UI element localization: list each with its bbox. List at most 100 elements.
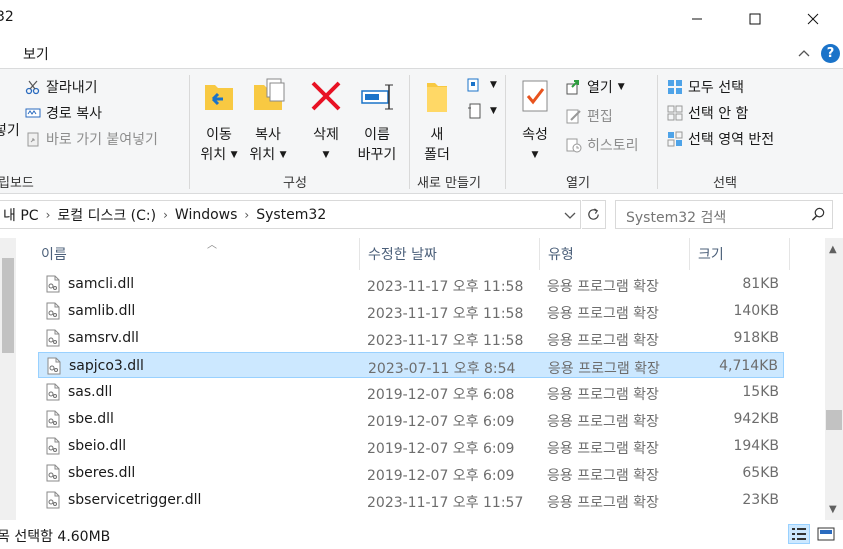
select-none-button[interactable]: 선택 안 함	[667, 103, 748, 123]
file-name: sbservicetrigger.dll	[68, 492, 202, 508]
dll-file-icon	[46, 491, 60, 509]
dll-file-icon	[46, 464, 60, 482]
chevron-right-icon[interactable]: ›	[160, 208, 171, 222]
new-folder-icon	[427, 83, 447, 112]
help-button[interactable]: ?	[821, 44, 840, 63]
column-date-label: 수정한 날짜	[368, 247, 437, 263]
search-box[interactable]: System32 검색	[615, 200, 833, 229]
paste-button-partial[interactable]: 넣기	[0, 121, 20, 141]
large-icons-view-button[interactable]	[815, 524, 837, 544]
dll-file-icon	[47, 357, 61, 375]
history-button[interactable]: 히스토리	[566, 135, 639, 155]
breadcrumb-windows[interactable]: Windows	[171, 207, 242, 223]
details-view-button[interactable]	[788, 524, 810, 544]
column-header-name[interactable]: 이름 ︿	[33, 238, 360, 270]
file-size: 15KB	[742, 384, 779, 400]
paste-shortcut-button[interactable]: 바로 가기 붙여넣기	[25, 129, 158, 149]
file-row[interactable]: sas.dll 2019-12-07 오후 6:08 응용 프로그램 확장 15KB	[38, 379, 784, 405]
move-to-button[interactable]: 이동 위치 ▼	[197, 77, 241, 165]
column-header-row: 이름 ︿ 수정한 날짜 유형 크기	[17, 238, 825, 270]
breadcrumb-local-disk[interactable]: 로컬 디스크 (C:)	[53, 205, 160, 225]
file-type: 응용 프로그램 확장	[547, 306, 659, 322]
select-none-label: 선택 안 함	[688, 106, 749, 122]
edit-button[interactable]: 편집	[566, 106, 613, 126]
delete-label: 삭제	[313, 127, 339, 143]
refresh-icon	[588, 208, 599, 220]
refresh-button[interactable]	[582, 200, 606, 229]
file-name: samlib.dll	[68, 303, 136, 319]
column-name-label: 이름	[41, 247, 67, 263]
ribbon: 넣기 잘라내기 경로 복사 바로 가기 붙여넣기 립보드 이동 위치 ▼ 복사 …	[0, 68, 843, 194]
breadcrumb-this-pc[interactable]: 내 PC	[0, 205, 43, 225]
column-header-type[interactable]: 유형	[540, 238, 690, 270]
scroll-up-icon[interactable]: ▲	[829, 244, 837, 255]
file-size: 23KB	[742, 492, 779, 508]
file-row[interactable]: sbservicetrigger.dll 2023-11-17 오후 11:57 응…	[38, 487, 784, 513]
column-header-date[interactable]: 수정한 날짜	[360, 238, 540, 270]
dropdown-arrow-icon: ▼	[279, 150, 287, 160]
minimize-button[interactable]	[674, 0, 720, 38]
select-all-button[interactable]: 모두 선택	[667, 77, 744, 97]
file-size: 140KB	[733, 303, 779, 319]
rename-button[interactable]: 이름 바꾸기	[352, 77, 402, 165]
invert-selection-button[interactable]: 선택 영역 반전	[667, 129, 774, 149]
properties-button[interactable]: 속성 ▼	[514, 77, 556, 165]
chevron-down-icon[interactable]	[563, 208, 577, 222]
file-type: 응용 프로그램 확장	[547, 495, 659, 511]
maximize-button[interactable]	[732, 0, 778, 38]
nav-pane-scrollbar[interactable]	[0, 238, 16, 520]
chevron-right-icon[interactable]: ›	[43, 208, 54, 222]
organize-group-label: 구성	[283, 176, 307, 191]
address-bar[interactable]: 내 PC › 로컬 디스크 (C:) › Windows › System32	[0, 200, 581, 229]
breadcrumb-system32[interactable]: System32	[252, 207, 330, 223]
delete-button[interactable]: 삭제 ▼	[306, 77, 346, 165]
cut-button[interactable]: 잘라내기	[25, 77, 98, 97]
file-row[interactable]: sapjco3.dll 2023-07-11 오후 8:54 응용 프로그램 확장 4…	[38, 352, 784, 378]
rename-line2: 바꾸기	[357, 147, 397, 163]
copy-path-button[interactable]: 경로 복사	[25, 103, 102, 123]
scissors-icon	[25, 80, 40, 95]
easy-access-button[interactable]: ▼	[467, 103, 497, 119]
column-header-size[interactable]: 크기	[690, 238, 790, 270]
group-divider	[409, 75, 410, 189]
file-row[interactable]: sberes.dll 2019-12-07 오후 6:09 응용 프로그램 확장 65…	[38, 460, 784, 486]
dropdown-arrow-icon: ▼	[617, 82, 625, 92]
select-all-icon	[668, 80, 682, 94]
open-button[interactable]: 열기 ▼	[566, 77, 625, 97]
new-item-button[interactable]: ▼	[467, 77, 497, 93]
status-selection-text: 목 선택함 4.60MB	[0, 529, 111, 545]
properties-label: 속성	[522, 127, 548, 143]
clipboard-group-label: 립보드	[0, 176, 34, 191]
nav-pane-scroll-thumb[interactable]	[2, 258, 14, 353]
open-icon	[566, 80, 579, 95]
history-icon	[566, 138, 582, 153]
file-row[interactable]: sbeio.dll 2019-12-07 오후 6:09 응용 프로그램 확장 194…	[38, 433, 784, 459]
copy-path-label: 경로 복사	[46, 106, 102, 122]
dropdown-arrow-icon: ▼	[531, 150, 539, 160]
chevron-up-icon[interactable]	[797, 46, 811, 60]
copy-to-button[interactable]: 복사 위치 ▼	[245, 77, 291, 165]
file-type: 응용 프로그램 확장	[547, 333, 659, 349]
dll-file-icon	[46, 329, 60, 347]
paste-shortcut-label: 바로 가기 붙여넣기	[46, 132, 158, 148]
chevron-right-icon[interactable]: ›	[241, 208, 252, 222]
tab-view[interactable]: 보기	[23, 44, 49, 64]
file-list-scroll-thumb[interactable]	[826, 410, 842, 430]
new-folder-button[interactable]: 새 폴더	[417, 77, 457, 165]
new-folder-line1: 새	[430, 127, 444, 143]
file-row[interactable]: samsrv.dll 2023-11-17 오후 11:58 응용 프로그램 확장 9…	[38, 325, 784, 351]
new-item-icon	[467, 78, 479, 92]
file-row[interactable]: samcli.dll 2023-11-17 오후 11:58 응용 프로그램 확장 8…	[38, 271, 784, 297]
close-button[interactable]	[790, 0, 836, 38]
group-divider	[657, 75, 658, 189]
file-date: 2023-11-17 오후 11:58	[367, 306, 524, 322]
file-list-scrollbar[interactable]: ▲ ▼	[825, 238, 843, 520]
file-size: 194KB	[733, 438, 779, 454]
dll-file-icon	[46, 410, 60, 428]
file-row[interactable]: sbe.dll 2019-12-07 오후 6:09 응용 프로그램 확장 942KB	[38, 406, 784, 432]
status-bar: 목 선택함 4.60MB	[0, 520, 843, 549]
scroll-down-icon[interactable]: ▼	[829, 504, 837, 515]
file-row[interactable]: samlib.dll 2023-11-17 오후 11:58 응용 프로그램 확장 1…	[38, 298, 784, 324]
move-to-icon	[205, 85, 233, 110]
file-size: 65KB	[742, 465, 779, 481]
